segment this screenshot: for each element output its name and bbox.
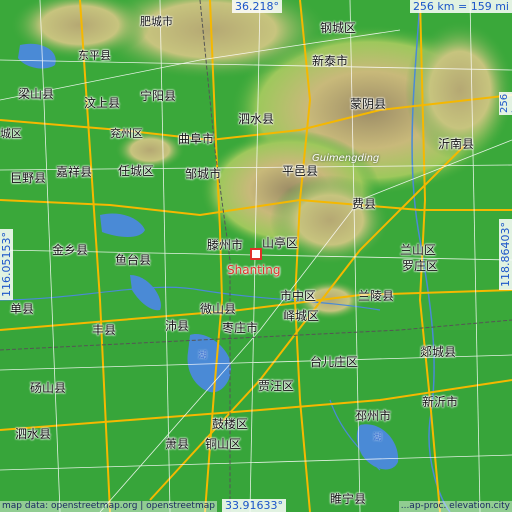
place-label: 曲阜市 — [178, 132, 215, 146]
left-longitude: 116.05153° — [0, 229, 13, 300]
place-label: 兖州区 — [110, 127, 143, 140]
place-label: 任城区 — [118, 164, 155, 178]
scale-horizontal: 256 km = 159 mi — [409, 0, 512, 13]
lake-label: 湖 — [373, 433, 383, 443]
place-label: 萧县 — [165, 437, 190, 451]
place-label: 砀山县 — [30, 381, 67, 395]
attribution-right[interactable]: ...ap-proc. elevation.city — [398, 501, 512, 512]
lake-label: 湖 — [198, 351, 208, 361]
place-label: 沂南县 — [438, 137, 475, 151]
place-label: 台儿庄区 — [310, 355, 359, 369]
place-label: 泗水县 — [238, 112, 275, 126]
place-label: 新泰市 — [312, 54, 349, 68]
place-label: 郯城县 — [420, 345, 457, 359]
place-label: 新沂市 — [422, 395, 459, 409]
focus-location-marker[interactable] — [250, 248, 262, 260]
place-label: 宁阳县 — [140, 89, 177, 103]
place-label: 兰山区 — [400, 243, 437, 257]
place-label: 费县 — [352, 197, 377, 211]
place-label: 蒙阴县 — [350, 97, 387, 111]
place-label: 东平县 — [78, 49, 111, 62]
place-label: 丰县 — [92, 323, 117, 337]
place-label: 罗庄区 — [402, 259, 439, 273]
place-label: 峄城区 — [283, 309, 320, 323]
place-label: 单县 — [10, 302, 35, 316]
place-label: 枣庄市 — [222, 321, 259, 335]
place-label: 睢宁县 — [330, 492, 367, 506]
place-label: 邳州市 — [355, 409, 392, 423]
place-label: 金乡县 — [52, 243, 89, 257]
focus-location-label: Shanting — [227, 263, 281, 277]
place-label: 山亭区 — [262, 236, 299, 250]
top-latitude: 36.218° — [232, 0, 282, 13]
place-label: 肥城市 — [140, 15, 173, 28]
bottom-latitude: 33.91633° — [222, 499, 286, 512]
place-label: 汶上县 — [84, 96, 121, 110]
place-label: 微山县 — [200, 302, 237, 316]
scale-vertical: 256 km = 159 mi — [499, 91, 512, 115]
place-label: 梁山县 — [18, 87, 55, 101]
place-label: 泗水县 — [15, 427, 52, 441]
place-label: 贾汪区 — [258, 379, 295, 393]
place-label: 鼓楼区 — [212, 417, 249, 431]
attribution[interactable]: map data: openstreetmap.org | openstreet… — [0, 501, 217, 512]
place-label: 沛县 — [165, 319, 190, 333]
place-label: 鱼台县 — [115, 253, 152, 267]
place-label: 邹城市 — [185, 167, 222, 181]
place-label: 铜山区 — [205, 437, 242, 451]
place-label: 市中区 — [280, 289, 317, 303]
place-label: 滕州市 — [207, 238, 244, 252]
place-label: 巨野县 — [10, 171, 47, 185]
topographic-map[interactable]: 肥城市 东平县 梁山县 汶上县 宁阳县 城区 兖州区 曲阜市 泗水县 嘉祥县 任… — [0, 0, 512, 512]
place-label: 钢城区 — [320, 21, 357, 35]
place-label: 嘉祥县 — [56, 165, 93, 179]
region-label: Guimengding — [312, 153, 380, 164]
right-longitude: 118.86403° — [499, 219, 512, 290]
place-label: 平邑县 — [282, 164, 319, 178]
place-label: 城区 — [0, 127, 22, 140]
place-label: 兰陵县 — [358, 289, 395, 303]
